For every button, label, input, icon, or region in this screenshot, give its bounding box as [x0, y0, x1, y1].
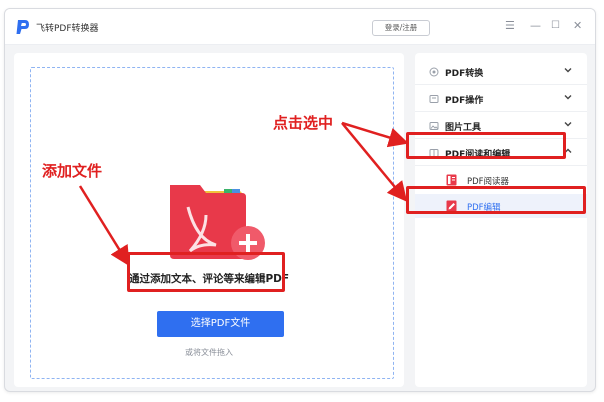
login-register-button[interactable]: 登录/注册 — [372, 20, 430, 36]
select-file-highlight-box — [127, 252, 285, 292]
maximize-icon[interactable]: ☐ — [551, 19, 560, 33]
add-file-annotation: 添加文件 — [42, 162, 103, 180]
image-icon — [429, 122, 439, 130]
operation-icon — [429, 95, 439, 103]
sidebar-category-pdf-operation[interactable]: PDF操作 — [415, 86, 587, 112]
close-icon[interactable]: ✕ — [573, 19, 582, 33]
drag-file-tip: 或将文件拖入 — [185, 348, 233, 357]
app-logo-icon — [16, 20, 29, 34]
minimize-icon[interactable]: — — [530, 19, 541, 33]
chevron-down-icon — [564, 68, 572, 73]
select-pdf-button[interactable]: 选择PDF文件 — [157, 311, 284, 337]
reader-icon — [446, 174, 457, 186]
menu-icon[interactable]: ☰ — [505, 19, 515, 33]
chevron-down-icon — [564, 95, 572, 100]
sidebar-category-pdf-convert[interactable]: PDF转换 — [415, 59, 587, 85]
pdf-edit-highlight-box — [406, 186, 586, 214]
category-label: PDF操作 — [445, 96, 484, 106]
read-edit-highlight-box — [406, 132, 566, 159]
chevron-down-icon — [564, 122, 572, 127]
tool-sidebar: PDF转换 PDF操作 图片工具 PDF阅读和编辑 PDF阅读器 PDF编辑 — [415, 53, 587, 387]
convert-icon — [429, 67, 439, 77]
title-bar: 飞转PDF转换器 登录/注册 ☰ — ☐ ✕ — [5, 9, 595, 45]
app-title: 飞转PDF转换器 — [36, 24, 99, 34]
click-select-annotation: 点击选中 — [273, 114, 334, 132]
main-panel: 通过添加文本、评论等来编辑PDF 选择PDF文件 或将文件拖入 — [14, 53, 404, 387]
category-label: PDF转换 — [445, 69, 484, 79]
